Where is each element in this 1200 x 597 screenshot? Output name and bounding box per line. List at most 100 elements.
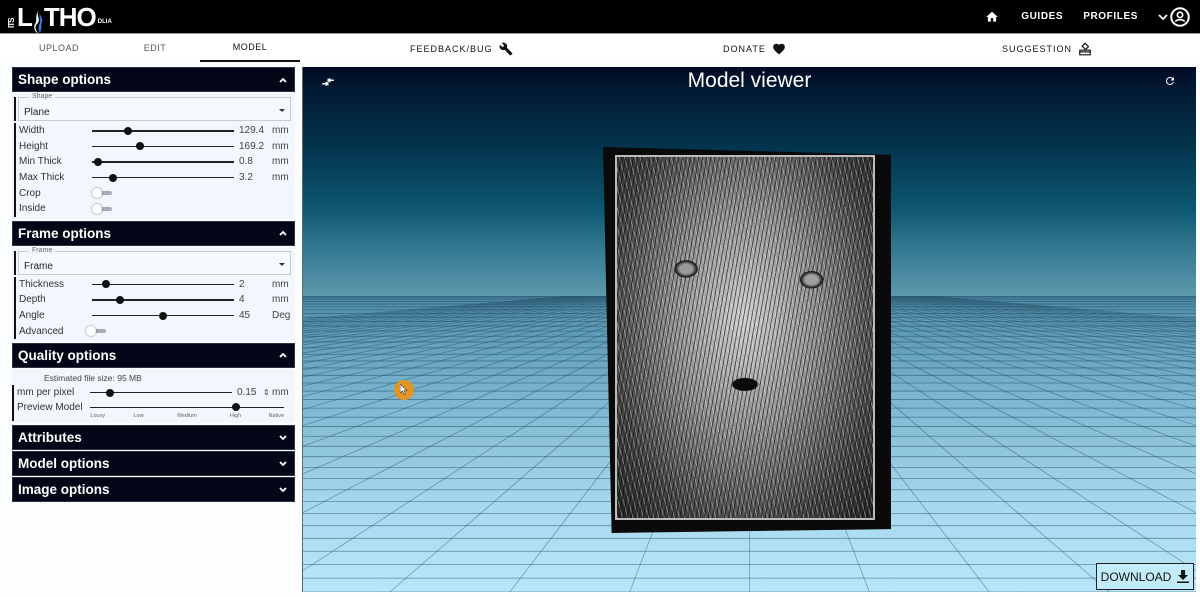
shape-select-value: Plane <box>24 107 50 118</box>
slider-thumb[interactable] <box>159 311 167 320</box>
min-thick-unit: mm <box>272 156 289 168</box>
model-options-header[interactable]: Model options <box>12 450 295 476</box>
slider-row: mm per pixel 0.15 ⇕ mm <box>12 384 295 401</box>
min-thick-label: Min Thick <box>19 156 62 168</box>
frame-options-title: Frame options <box>18 225 112 241</box>
angle-slider[interactable] <box>92 311 234 320</box>
inside-toggle[interactable] <box>92 203 112 214</box>
viewer-title: Model viewer <box>687 69 812 92</box>
donate-label: DONATE <box>723 44 766 54</box>
model-viewer[interactable]: Model viewer DOWNLOAD <box>302 67 1196 592</box>
download-icon <box>1177 570 1190 583</box>
suggestion-label: SUGGESTION <box>1002 44 1073 54</box>
frame-options-header[interactable]: Frame options <box>12 220 295 246</box>
preview-model-slider[interactable] <box>90 403 284 412</box>
slider-thumb[interactable] <box>102 280 111 289</box>
preview-step-labels: Lousy Low Medium High Native <box>90 413 284 421</box>
wrench-icon <box>499 42 512 56</box>
tab-edit[interactable]: EDIT <box>100 34 210 62</box>
download-button[interactable]: DOWNLOAD <box>1096 563 1194 590</box>
logo-text-left: L <box>17 2 33 32</box>
min-thick-value: 0.8 <box>239 156 253 168</box>
chevron-down-icon <box>279 461 287 467</box>
crop-toggle[interactable] <box>92 188 112 199</box>
grid-line <box>303 296 648 350</box>
step-label: Lousy <box>90 412 106 419</box>
lithophane-model[interactable] <box>603 147 891 533</box>
height-unit: mm <box>272 140 289 152</box>
refresh-icon[interactable] <box>1164 75 1176 87</box>
spinner-arrows-icon[interactable]: ⇕ <box>263 388 270 397</box>
slider-thumb[interactable] <box>105 388 114 397</box>
step-label: High <box>229 412 242 419</box>
slider-thumb[interactable] <box>231 403 240 412</box>
shape-options-header[interactable]: Shape options <box>12 67 295 92</box>
grid-line <box>303 296 636 342</box>
max-thick-slider[interactable] <box>92 173 234 182</box>
thickness-value: 2 <box>239 278 245 290</box>
nav-guides[interactable]: GUIDES <box>1021 11 1063 22</box>
quality-options-title: Quality options <box>18 347 117 363</box>
suggestion-link[interactable]: SUGGESTION <box>1002 34 1092 64</box>
logo-prefix: ITS <box>7 18 16 28</box>
chevron-down-icon[interactable] <box>1158 12 1168 22</box>
width-value: 129.4 <box>239 125 265 137</box>
slider-row: Width 129.4 mm <box>14 123 295 139</box>
frame-select-value: Frame <box>24 260 53 272</box>
chevron-up-icon <box>279 77 287 83</box>
slider-thumb[interactable] <box>123 126 132 135</box>
quality-options-header[interactable]: Quality options <box>12 342 295 368</box>
heart-icon <box>773 43 785 55</box>
width-slider[interactable] <box>92 126 234 135</box>
chevron-up-icon <box>279 353 287 359</box>
min-thick-slider[interactable] <box>92 157 234 166</box>
estimated-file-size: Estimated file size: 95 MB <box>44 372 142 383</box>
donate-link[interactable]: DONATE <box>723 34 786 64</box>
width-label: Width <box>19 125 45 137</box>
toggle-row: Advanced <box>14 323 295 339</box>
depth-slider[interactable] <box>92 295 234 304</box>
grid-line <box>303 296 570 320</box>
preview-model-row: Preview Model Lousy Low Medium High Nati… <box>12 400 295 421</box>
thickness-label: Thickness <box>19 278 65 290</box>
caret-down-icon <box>279 262 285 266</box>
height-slider[interactable] <box>92 142 234 151</box>
grid-line <box>875 296 1196 337</box>
nav-profiles[interactable]: PROFILES <box>1083 11 1138 22</box>
logo-suffix: DLIA <box>97 19 112 25</box>
grid-line <box>869 296 1196 339</box>
slider-thumb[interactable] <box>93 157 102 166</box>
chevron-down-icon <box>279 435 287 441</box>
step-label: Native <box>268 412 285 419</box>
tab-model[interactable]: MODEL <box>200 34 300 62</box>
advanced-label: Advanced <box>19 325 64 337</box>
brand-logo[interactable]: ITS L THO DLIA <box>7 2 112 34</box>
account-circle-icon[interactable] <box>1170 6 1190 27</box>
feedback-bug-link[interactable]: FEEDBACK/BUG <box>410 34 513 64</box>
frame-select[interactable]: Frame Frame <box>14 246 291 275</box>
home-icon[interactable] <box>985 10 999 24</box>
advanced-toggle[interactable] <box>86 326 106 337</box>
slider-thumb[interactable] <box>109 173 118 182</box>
toggle-row: Crop <box>14 185 295 201</box>
mm-per-pixel-value[interactable]: 0.15 <box>237 387 256 398</box>
attributes-title: Attributes <box>18 429 82 445</box>
slider-thumb[interactable] <box>136 142 145 151</box>
top-navbar: ITS L THO DLIA GUIDES PROFILES <box>0 0 1200 34</box>
ballot-box-icon <box>1079 42 1091 56</box>
grid-line <box>303 296 576 321</box>
mm-per-pixel-slider[interactable] <box>90 388 232 397</box>
grid-line <box>303 296 582 323</box>
feedback-bug-label: FEEDBACK/BUG <box>410 44 493 54</box>
slider-thumb[interactable] <box>116 295 125 304</box>
depth-unit: mm <box>272 294 289 306</box>
height-value: 169.2 <box>239 140 265 152</box>
attributes-header[interactable]: Attributes <box>12 424 295 450</box>
shape-select[interactable]: Shape Plane <box>14 93 291 121</box>
frame-options-body: Frame Frame Thickness 2 mm Depth 4 mm An… <box>12 246 295 341</box>
thickness-slider[interactable] <box>92 280 234 289</box>
thickness-unit: mm <box>272 278 289 290</box>
step-label: Low <box>133 412 144 419</box>
slider-row: Min Thick 0.8 mm <box>14 154 295 170</box>
image-options-header[interactable]: Image options <box>12 476 295 502</box>
